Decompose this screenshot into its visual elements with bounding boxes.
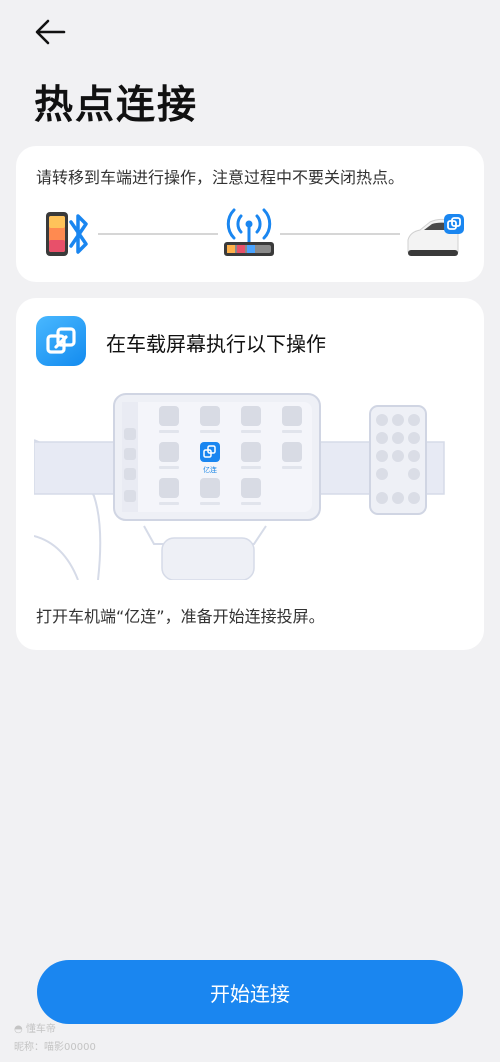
car-dashboard-illustration: 亿连: [34, 386, 464, 580]
start-connect-button[interactable]: 开始连接: [37, 960, 463, 1024]
hotspot-status-card: 请转移到车端进行操作，注意过程中不要关闭热点。: [16, 146, 484, 282]
link-icon: [444, 214, 464, 234]
transfer-hint: 请转移到车端进行操作，注意过程中不要关闭热点。: [36, 168, 405, 187]
screen-app-label: 亿连: [203, 465, 217, 474]
watermark-nickname: 昵称：喵影00000: [14, 1042, 96, 1053]
yilian-app-icon: [36, 316, 86, 366]
phone-icon: [46, 212, 68, 256]
back-button[interactable]: [30, 14, 70, 50]
arrow-left-icon: [35, 19, 66, 45]
center-screen: 亿连: [113, 393, 321, 521]
bluetooth-icon: [69, 214, 88, 254]
gear-console: [161, 537, 255, 580]
watermark-brand: ◓ 懂车帝: [14, 1024, 56, 1035]
hotspot-icon: [224, 208, 274, 256]
card-title: 在车载屏幕执行以下操作: [106, 332, 326, 356]
car-instruction-card: 在车载屏幕执行以下操作 亿连 打开车机端“亿连”，准备开始连接投屏。: [16, 298, 484, 650]
control-panel: [369, 405, 427, 515]
connection-diagram: [16, 204, 484, 266]
page-title: 热点连接: [34, 83, 199, 128]
instruction-text: 打开车机端“亿连”，准备开始连接投屏。: [36, 607, 325, 626]
watermark-logo-icon: ◓: [14, 1024, 23, 1035]
screen-app-icon: [200, 442, 220, 462]
